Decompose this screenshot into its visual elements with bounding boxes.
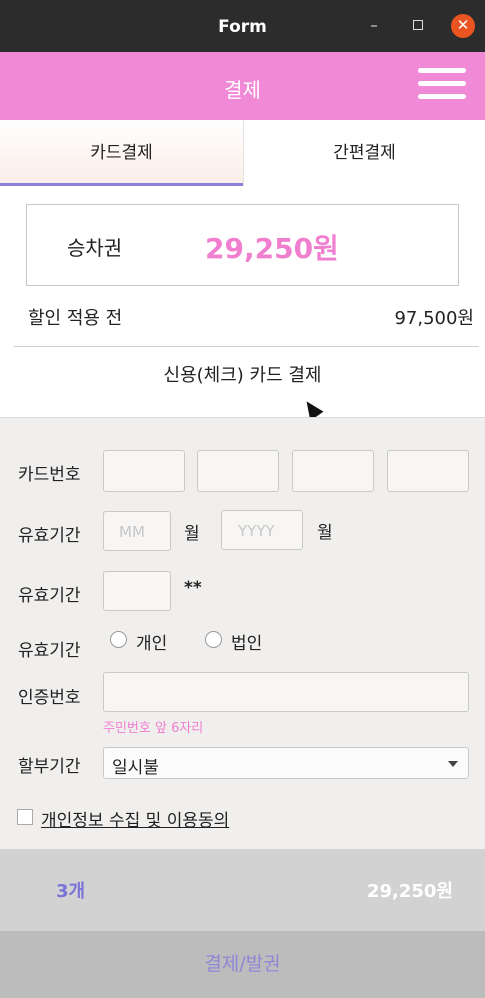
password-suffix: **	[184, 578, 202, 598]
window-titlebar: Form – ✕	[0, 0, 485, 52]
hamburger-line	[418, 94, 466, 99]
radio-personal-label: 개인	[136, 634, 168, 654]
ticket-price: 29,250원	[205, 232, 339, 265]
discount-value: 97,500원	[394, 308, 474, 329]
radio-corporate-label: 법인	[231, 634, 263, 654]
card-form: 카드번호 유효기간 MM 월 YYYY 월 유효기간 ** 유효기간 개인 법인…	[0, 417, 485, 849]
total-price: 29,250원	[366, 881, 453, 902]
installment-select[interactable]: 일시불	[103, 747, 469, 779]
card-number-input-2[interactable]	[197, 450, 279, 492]
header-bar: 결제	[0, 52, 485, 120]
pay-button[interactable]: 결제/발권	[0, 931, 485, 998]
password-label: 유효기간	[18, 586, 81, 606]
close-button[interactable]: ✕	[451, 14, 475, 38]
auth-label: 인증번호	[18, 688, 81, 708]
card-number-input-4[interactable]	[387, 450, 469, 492]
expiry-label: 유효기간	[18, 526, 81, 546]
ticket-quantity: 3개	[56, 881, 86, 902]
credit-card-title: 신용(체크) 카드 결제	[163, 365, 322, 386]
consent-label[interactable]: 개인정보 수집 및 이용동의	[41, 806, 229, 831]
maximize-button[interactable]	[406, 14, 430, 38]
payment-tabs: 카드결제 간편결제	[0, 120, 485, 186]
expiry-year-unit: 월	[317, 523, 333, 543]
tab-simple-payment[interactable]: 간편결제	[243, 120, 485, 186]
expiry-month-placeholder: MM	[119, 523, 145, 541]
ticket-summary: 승차권 29,250원	[26, 204, 459, 286]
tab-card-payment[interactable]: 카드결제	[0, 120, 243, 186]
expiry-month-unit: 월	[184, 524, 200, 544]
installment-value: 일시불	[112, 758, 159, 778]
order-summary: 3개 29,250원	[0, 849, 485, 931]
hamburger-icon[interactable]	[418, 68, 466, 104]
type-label: 유효기간	[18, 641, 81, 661]
consent-checkbox[interactable]	[17, 809, 33, 825]
radio-personal[interactable]	[110, 631, 127, 648]
hamburger-line	[418, 68, 466, 73]
card-number-input-3[interactable]	[292, 450, 374, 492]
discount-label: 할인 적용 전	[28, 308, 123, 329]
expiry-year-input[interactable]: YYYY	[221, 510, 303, 550]
expiry-year-placeholder: YYYY	[238, 522, 275, 540]
radio-corporate[interactable]	[205, 631, 222, 648]
app-window: 결제 카드결제 간편결제 승차권 29,250원 할인 적용 전 97,500원…	[0, 52, 485, 998]
page-title: 결제	[224, 78, 261, 102]
auth-hint: 주민번호 앞 6자리	[103, 721, 204, 736]
installment-label: 할부기간	[18, 757, 81, 777]
minimize-button[interactable]: –	[362, 14, 386, 38]
divider	[14, 346, 479, 347]
ticket-label: 승차권	[67, 236, 123, 260]
expiry-month-input[interactable]: MM	[103, 511, 171, 551]
auth-input[interactable]	[103, 672, 469, 712]
card-number-label: 카드번호	[18, 465, 81, 485]
password-input[interactable]	[103, 571, 171, 611]
chevron-down-icon	[448, 761, 458, 767]
maximize-icon	[413, 20, 423, 30]
card-number-input-1[interactable]	[103, 450, 185, 492]
hamburger-line	[418, 81, 466, 86]
